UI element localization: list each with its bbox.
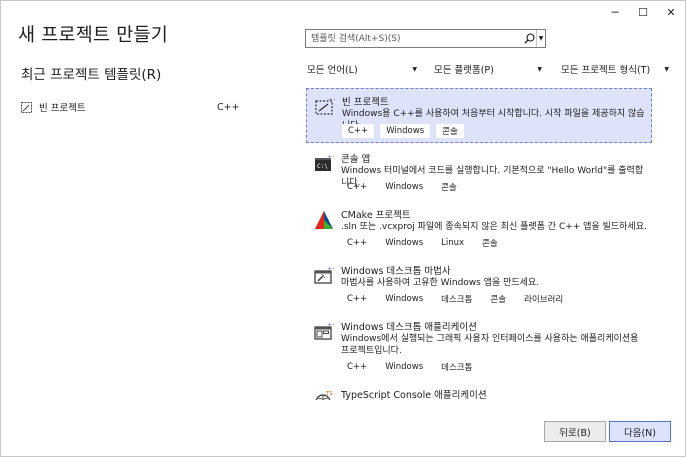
tag-platform: Linux [441,238,465,248]
typescript-console-icon: TS [315,391,333,400]
svg-text:++: ++ [327,266,334,273]
tag-platform: Windows [385,294,424,304]
tag-language: C++ [347,182,368,192]
template-name: CMake 프로젝트 [341,210,411,221]
search-dropdown-chevron-icon[interactable]: ▼ [536,30,545,47]
template-name: Windows 데스크톱 마법사 [341,266,451,277]
template-tags: C++ Windows Linux 콘솔 [341,236,504,250]
chevron-down-icon: ▼ [664,65,669,73]
svg-text:++: ++ [327,322,334,329]
svg-text:C:\: C:\ [317,163,328,170]
close-button[interactable]: ✕ [657,1,685,23]
template-item-cmake-project[interactable]: CMake 프로젝트 .sln 또는 .vcxproj 파일에 종속되지 않은 … [306,202,652,256]
tag-type: 콘솔 [441,183,457,193]
template-name: 콘솔 앱 [341,154,371,165]
tag-platform: Windows [380,124,431,138]
template-description: .sln 또는 .vcxproj 파일에 종속되지 않은 최신 플랫폼 간 C+… [341,222,647,232]
next-button[interactable]: 다음(N) [609,421,671,442]
recent-template-item[interactable]: 빈 프로젝트 C++ [21,98,243,116]
minimize-button[interactable]: ─ [601,1,629,23]
chevron-down-icon: ▼ [537,65,542,73]
template-description: Windows에서 실행되는 그래픽 사용자 인터페이스를 사용하는 애플리케이… [341,334,639,356]
template-name: TypeScript Console 애플리케이션 [341,390,487,400]
recent-template-label: 빈 프로젝트 [39,103,86,114]
tag-type: 데스크톱 [441,363,473,373]
search-icon[interactable] [522,32,536,46]
template-description: 마법사를 사용하여 고유한 Windows 앱을 만드세요. [341,278,540,288]
platform-filter-value: 모든 플랫폼(P) [434,65,494,76]
cmake-icon [315,211,333,229]
tag-type: 콘솔 [490,295,507,305]
tag-platform: Windows [385,362,424,372]
template-search-box[interactable]: ▼ [305,29,546,48]
title-bar: ─ ☐ ✕ [601,1,685,23]
recent-templates-heading: 최근 프로젝트 템플릿(R) [21,67,162,83]
empty-project-icon [21,101,32,113]
template-tags: C++ Windows 데스크톱 콘솔 라이브러리 [341,292,569,306]
tag-language: C++ [342,124,375,138]
tag-language: C++ [347,238,368,248]
template-tags: C++ Windows 콘솔 [342,124,464,138]
tag-platform: Windows [385,182,424,192]
tag-language: C++ [347,362,368,372]
recent-template-language: C++ [217,101,240,113]
template-item-console-app[interactable]: C:\ ++ 콘솔 앱 Windows 터미널에서 코드를 실행합니다. 기본적… [306,146,652,200]
desktop-application-icon: ++ [314,322,334,340]
maximize-button[interactable]: ☐ [629,1,657,23]
svg-text:++: ++ [327,154,334,161]
tag-language: C++ [347,294,368,304]
tag-type: 라이브러리 [524,295,564,305]
platform-filter-dropdown[interactable]: 모든 플랫폼(P) ▼ [434,60,542,78]
svg-text:TS: TS [325,391,333,397]
desktop-wizard-icon: ++ [314,266,334,284]
language-filter-value: 모든 언어(L) [307,65,358,76]
template-item-typescript-console[interactable]: TS TypeScript Console 애플리케이션 [306,382,652,400]
template-item-desktop-wizard[interactable]: ++ Windows 데스크톱 마법사 마법사를 사용하여 고유한 Window… [306,258,652,312]
tag-type: 데스크톱 [441,295,473,305]
back-button[interactable]: 뒤로(B) [544,421,606,442]
language-filter-dropdown[interactable]: 모든 언어(L) ▼ [307,60,417,78]
project-type-filter-dropdown[interactable]: 모든 프로젝트 형식(T) ▼ [561,60,669,78]
tag-platform: Windows [385,238,424,248]
empty-project-icon: ++ [315,97,335,115]
template-tags: C++ Windows 콘솔 [341,180,463,194]
page-title: 새 프로젝트 만들기 [18,25,168,46]
template-name: 빈 프로젝트 [342,97,389,108]
template-name: Windows 데스크톱 애플리케이션 [341,322,477,333]
template-tags: C++ Windows 데스크톱 [341,360,478,374]
chevron-down-icon: ▼ [412,65,417,73]
template-list: ++ 빈 프로젝트 Windows용 C++를 사용하여 처음부터 시작합니다.… [306,88,653,400]
project-type-filter-value: 모든 프로젝트 형식(T) [561,65,651,76]
template-item-empty-project[interactable]: ++ 빈 프로젝트 Windows용 C++를 사용하여 처음부터 시작합니다.… [306,88,652,143]
tag-type: 콘솔 [482,239,498,249]
template-item-desktop-application[interactable]: ++ Windows 데스크톱 애플리케이션 Windows에서 실행되는 그래… [306,314,652,380]
svg-text:++: ++ [328,97,335,104]
template-search-input[interactable] [306,30,522,47]
tag-type: 콘솔 [436,124,464,138]
dialog-window: ─ ☐ ✕ 새 프로젝트 만들기 최근 프로젝트 템플릿(R) 빈 프로젝트 C… [0,0,686,457]
console-app-icon: C:\ ++ [315,154,334,171]
